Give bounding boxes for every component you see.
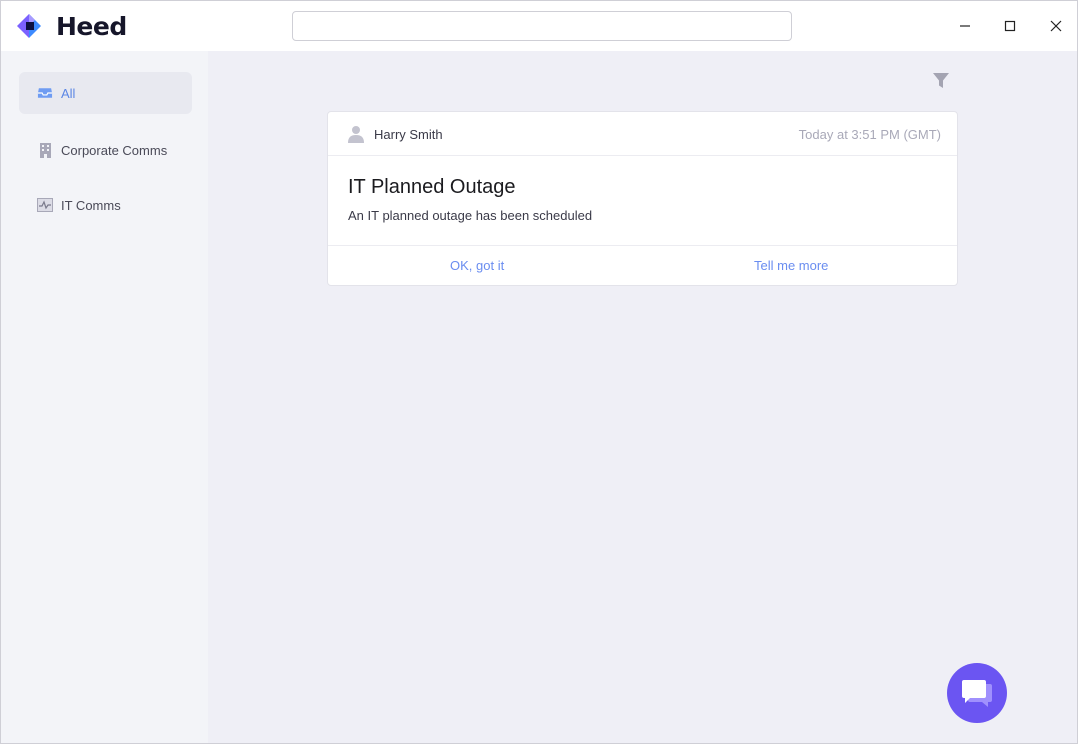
message-title: IT Planned Outage: [348, 176, 516, 198]
activity-icon: [37, 197, 53, 213]
building-icon: [37, 142, 53, 158]
title-bar: Heed: [1, 1, 1077, 51]
close-button[interactable]: [1039, 9, 1073, 43]
sender-name: Harry Smith: [374, 127, 443, 142]
chat-button[interactable]: [947, 663, 1007, 723]
maximize-icon: [1004, 20, 1016, 32]
close-icon: [1050, 20, 1062, 32]
ok-got-it-button[interactable]: OK, got it: [450, 258, 504, 273]
maximize-button[interactable]: [993, 9, 1027, 43]
sidebar-item-all[interactable]: All: [19, 72, 192, 114]
card-actions: OK, got it Tell me more: [328, 245, 957, 286]
sidebar-item-label: All: [61, 85, 76, 101]
search-input[interactable]: [292, 11, 792, 41]
tell-me-more-button[interactable]: Tell me more: [754, 258, 828, 273]
user-avatar-icon: [348, 126, 364, 143]
inbox-icon: [37, 85, 53, 101]
sidebar-item-it-comms[interactable]: IT Comms: [19, 184, 192, 226]
filter-icon: [933, 73, 949, 88]
heed-logo-icon: [17, 14, 41, 38]
minimize-button[interactable]: [948, 9, 982, 43]
card-header: Harry Smith Today at 3:51 PM (GMT): [328, 112, 957, 156]
sidebar: All Corporate Comms IT Comms: [1, 51, 208, 743]
sidebar-item-label: Corporate Comms: [61, 142, 168, 158]
minimize-icon: [960, 25, 970, 27]
sidebar-item-label: IT Comms: [61, 197, 121, 213]
main-content: Harry Smith Today at 3:51 PM (GMT) IT Pl…: [208, 51, 1077, 743]
message-timestamp: Today at 3:51 PM (GMT): [798, 127, 941, 142]
app-window: Heed All Corporate Comms IT Comms Harry …: [0, 0, 1078, 744]
message-body: An IT planned outage has been scheduled: [348, 208, 593, 223]
message-card: Harry Smith Today at 3:51 PM (GMT) IT Pl…: [327, 111, 958, 286]
chat-icon: [962, 680, 992, 707]
filter-button[interactable]: [930, 70, 952, 92]
app-name: Heed: [56, 11, 127, 41]
app-logo: Heed: [13, 10, 127, 42]
sidebar-item-corporate-comms[interactable]: Corporate Comms: [19, 129, 192, 171]
